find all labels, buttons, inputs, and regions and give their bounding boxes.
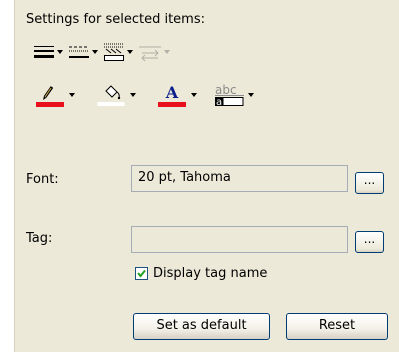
fill-color-bucket-icon <box>94 83 128 107</box>
border-style-button[interactable] <box>103 40 134 64</box>
set-as-default-button[interactable]: Set as default <box>133 313 270 340</box>
text-highlight-icon: abc a <box>214 83 246 107</box>
font-browse-button[interactable]: ... <box>355 172 384 194</box>
text-style-button[interactable]: abc a <box>214 83 255 107</box>
fill-color-button[interactable] <box>94 83 137 107</box>
chevron-down-icon <box>189 83 198 107</box>
settings-heading: Settings for selected items: <box>26 12 205 27</box>
chevron-down-icon <box>246 83 255 107</box>
chevron-down-icon <box>128 83 137 107</box>
line-style-dashed-icon <box>68 40 90 64</box>
line-color-button[interactable] <box>33 83 76 107</box>
reset-button[interactable]: Reset <box>286 313 388 340</box>
font-color-button[interactable]: A <box>155 83 198 107</box>
border-style-icon <box>103 40 125 64</box>
checkmark-icon <box>137 269 146 278</box>
dash-style-button[interactable] <box>68 40 99 64</box>
checkbox-box[interactable] <box>135 267 148 280</box>
line-style-button[interactable] <box>33 40 64 64</box>
line-style-solid-icon <box>33 40 55 64</box>
tag-browse-button[interactable]: ... <box>355 231 384 253</box>
font-label: Font: <box>26 172 59 187</box>
font-color-icon: A <box>155 83 189 107</box>
display-tag-name-checkbox[interactable]: Display tag name <box>135 266 267 281</box>
chevron-down-icon <box>90 40 99 64</box>
chevron-down-icon <box>162 40 171 64</box>
line-spacing-arrows-icon <box>138 40 162 64</box>
svg-text:abc: abc <box>215 83 237 97</box>
tag-label: Tag: <box>26 231 53 246</box>
font-field[interactable]: 20 pt, Tahoma <box>131 165 348 192</box>
svg-text:a: a <box>216 97 222 107</box>
display-tag-name-label: Display tag name <box>153 266 268 281</box>
chevron-down-icon <box>125 40 134 64</box>
svg-text:A: A <box>165 83 179 102</box>
chevron-down-icon <box>67 83 76 107</box>
chevron-down-icon <box>55 40 64 64</box>
settings-panel: Settings for selected items: A abc a Fon… <box>14 0 399 352</box>
spacing-button[interactable] <box>138 40 171 64</box>
tag-field[interactable] <box>131 226 348 253</box>
line-color-pen-icon <box>33 83 67 107</box>
